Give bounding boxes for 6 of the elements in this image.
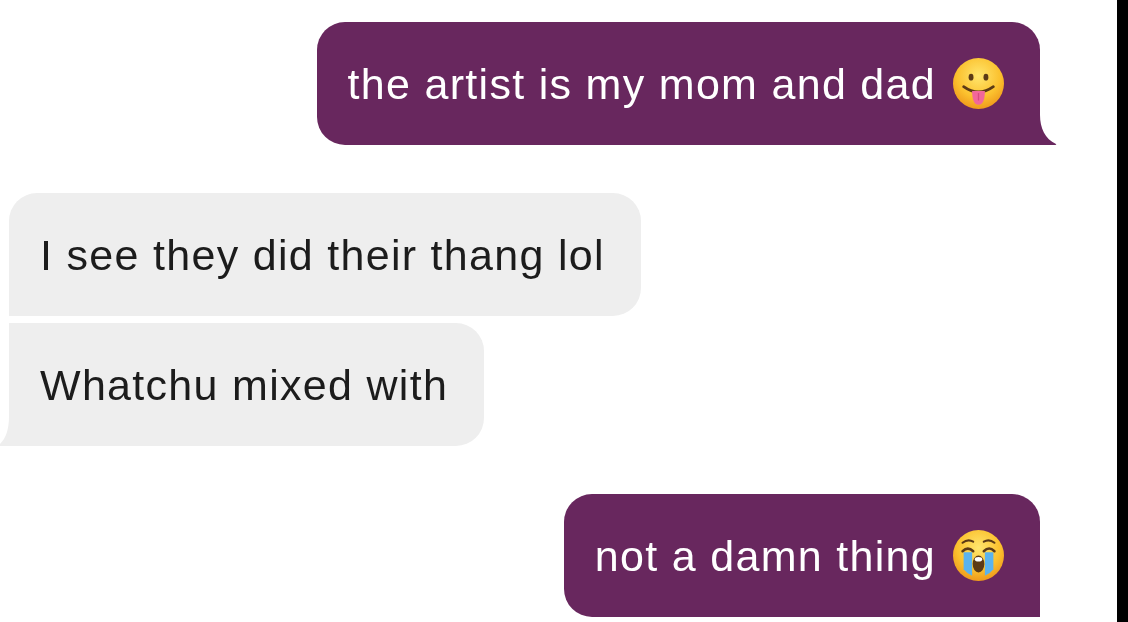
- tongue-out-face-icon: [953, 58, 1004, 109]
- message-text: Whatchu mixed with: [40, 359, 449, 410]
- message-text: I see they did their thang lol: [40, 229, 605, 280]
- message-text: the artist is my mom and dad: [347, 58, 936, 109]
- message-text: not a damn thing: [594, 530, 936, 581]
- crying-face-icon: [953, 530, 1004, 581]
